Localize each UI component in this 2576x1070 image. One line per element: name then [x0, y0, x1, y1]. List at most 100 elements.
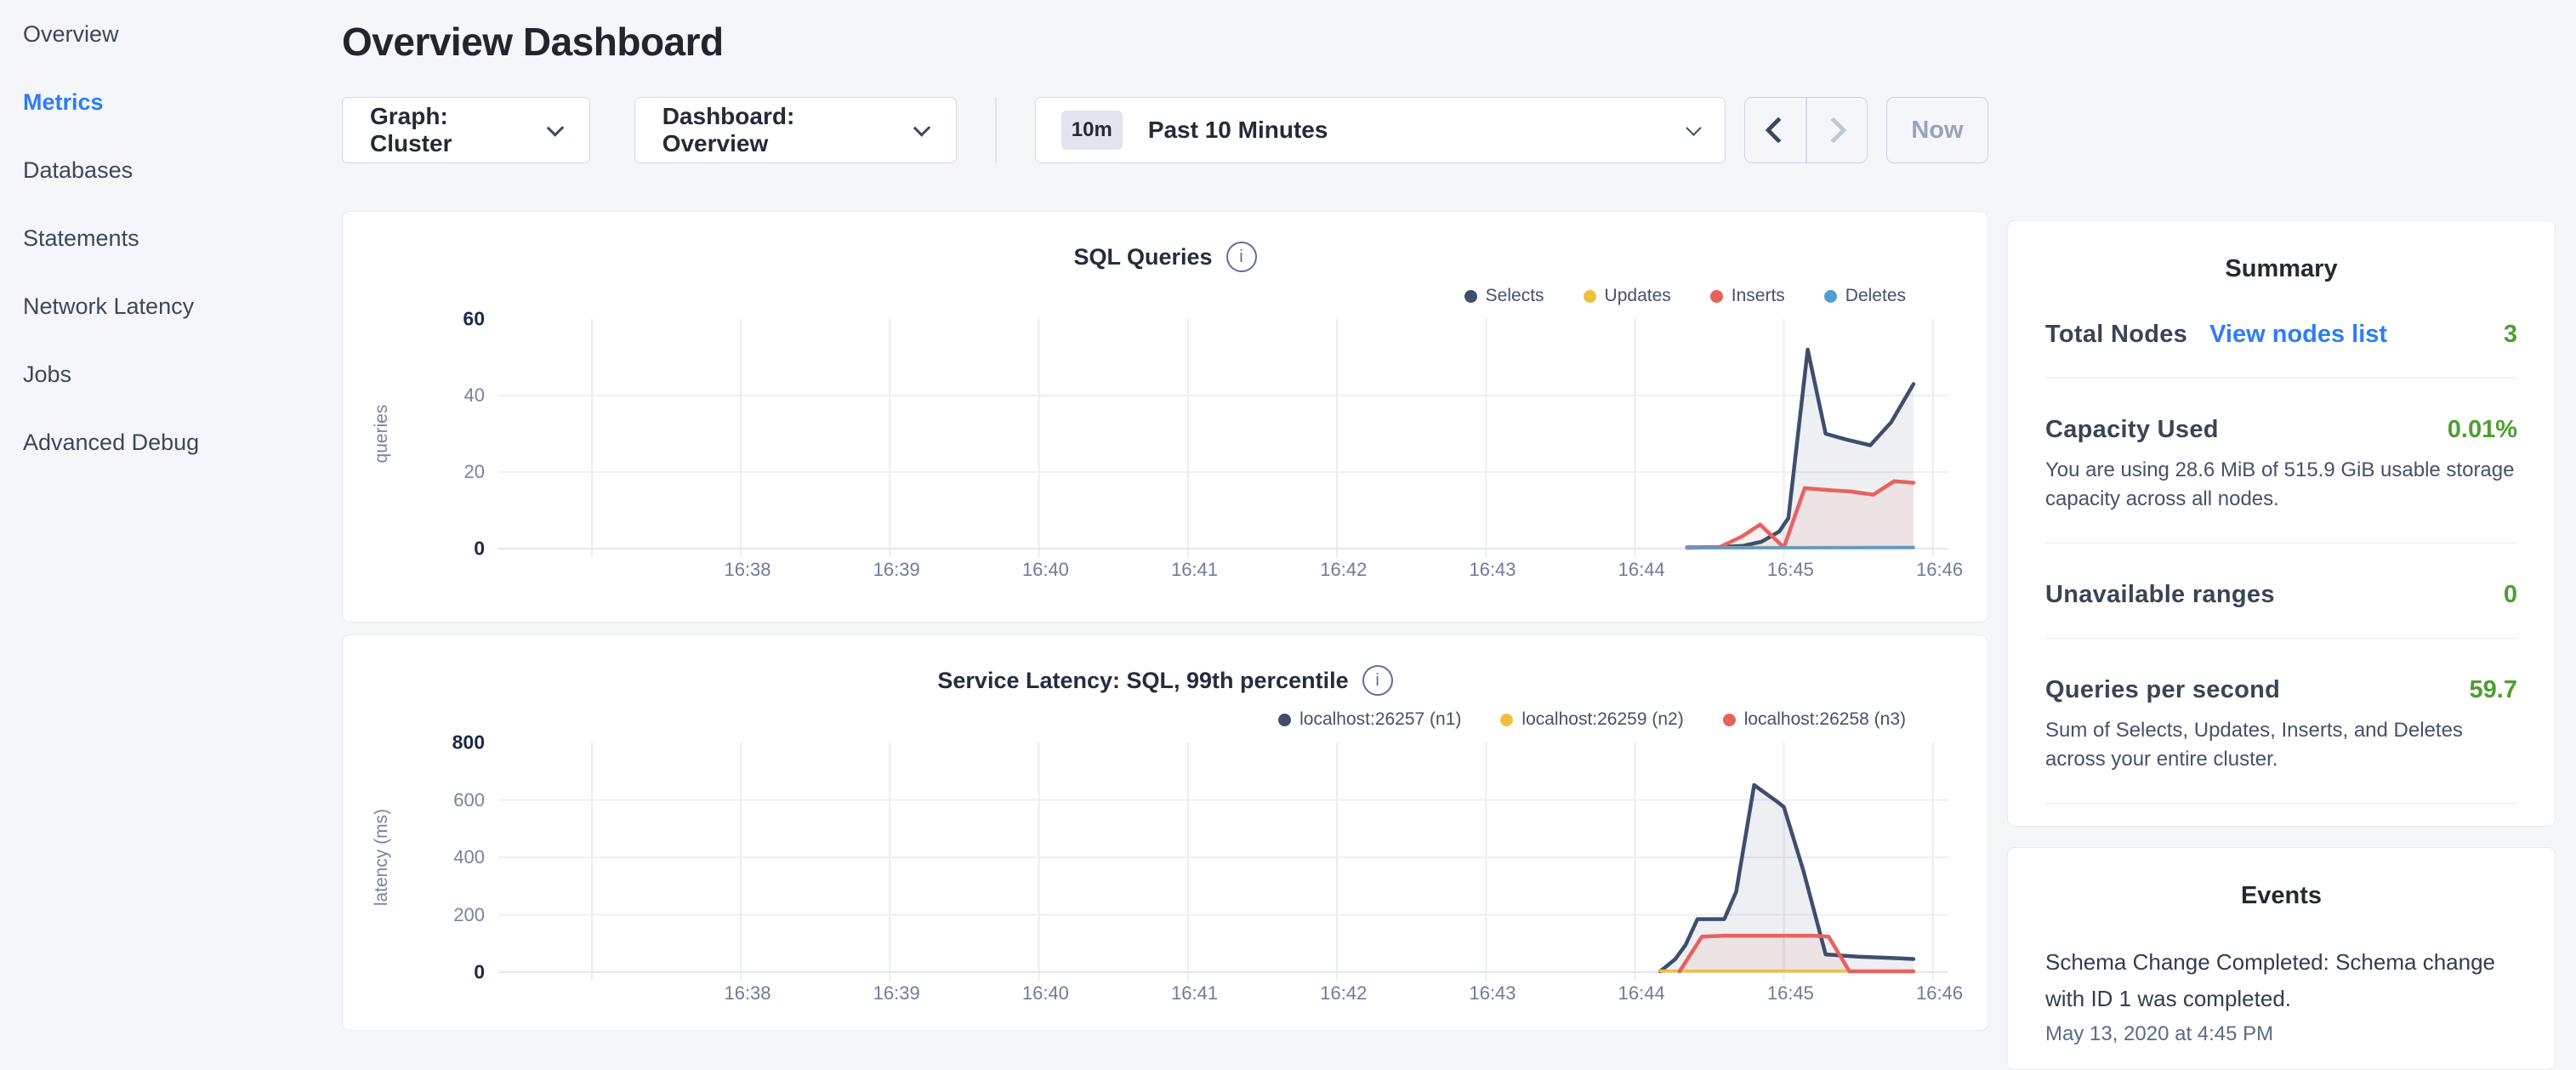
summary-row-queries-per-second: Queries per second59.7 [2045, 676, 2517, 704]
sidebar-item-network-latency[interactable]: Network Latency [23, 294, 342, 318]
sidebar-item-advanced-debug[interactable]: Advanced Debug [23, 430, 342, 454]
time-step-back-button[interactable] [1745, 98, 1805, 162]
summary-row-subtext: Sum of Selects, Updates, Inserts, and De… [2045, 716, 2517, 774]
legend-dot-icon [1710, 290, 1723, 303]
right-column: Summary Total Nodes View nodes list 3 Capac… [2007, 220, 2556, 1070]
chevron-down-icon [913, 119, 931, 137]
y-tick-label: 0 [474, 538, 485, 561]
event-message[interactable]: Schema Change Completed: Schema change w… [2045, 944, 2517, 1017]
sidebar-item-metrics[interactable]: Metrics [23, 90, 342, 114]
chevron-down-icon [547, 119, 565, 137]
summary-panel: Summary Total Nodes View nodes list 3 Capac… [2007, 220, 2556, 827]
plot-area [498, 319, 1948, 549]
sidebar-item-overview[interactable]: Overview [23, 22, 342, 46]
legend-item-localhost-26257-n1[interactable]: localhost:26257 (n1) [1278, 709, 1461, 730]
summary-row-label: Total Nodes [2045, 321, 2187, 349]
sidebar-item-statements[interactable]: Statements [23, 226, 342, 250]
legend-dot-icon [1584, 290, 1596, 303]
legend-dot-icon [1500, 714, 1513, 726]
legend-item-localhost-26258-n3[interactable]: localhost:26258 (n3) [1723, 709, 1906, 730]
chart-canvas [498, 743, 1948, 981]
chart-title: SQL Queries [1073, 244, 1212, 270]
sidebar: Overview Metrics Databases Statements Networ… [0, 0, 342, 1051]
chevron-down-icon [1686, 120, 1701, 135]
x-tick-label: 16:46 [1916, 559, 1963, 581]
legend-item-inserts[interactable]: Inserts [1710, 286, 1785, 306]
dashboard-label: Dashboard: Overview [662, 103, 895, 157]
content-row: Graph: Cluster Dashboard: Overview 10m P… [342, 97, 2576, 1070]
now-button[interactable]: Now [1886, 97, 1988, 163]
summary-row-label: Unavailable ranges [2045, 581, 2275, 609]
y-tick-label: 200 [453, 904, 485, 926]
x-tick-label: 16:45 [1767, 982, 1814, 1005]
legend-label: Updates [1605, 286, 1671, 306]
legend-label: Inserts [1732, 286, 1785, 306]
summary-rows: Total Nodes View nodes list 3 Capacity Used… [2045, 321, 2517, 827]
legend-label: Selects [1486, 286, 1544, 306]
y-axis-label: latency (ms) [372, 809, 392, 906]
info-icon[interactable] [1226, 242, 1257, 272]
toolbar: Graph: Cluster Dashboard: Overview 10m P… [342, 97, 1988, 163]
chart-canvas [498, 319, 1948, 557]
y-axis: queries 0204060 [343, 319, 498, 549]
x-tick-label: 16:38 [724, 559, 771, 581]
x-tick-label: 16:44 [1618, 982, 1665, 1005]
plot-area [498, 743, 1948, 972]
page-title: Overview Dashboard [342, 19, 2576, 65]
y-tick-label: 40 [464, 384, 485, 407]
time-window-badge: 10m [1061, 111, 1123, 150]
x-tick-label: 16:39 [873, 559, 920, 581]
summary-row-capacity-used: Capacity Used 0.01% [2045, 416, 2517, 444]
summary-row-label: Capacity Used [2045, 416, 2219, 444]
time-step-forward-button[interactable] [1805, 98, 1867, 162]
x-tick-label: 16:41 [1171, 982, 1218, 1005]
chevron-right-icon [1820, 117, 1846, 143]
legend-item-updates[interactable]: Updates [1584, 286, 1671, 306]
summary-row-value: 0.01% [2448, 416, 2517, 444]
chart-legend: localhost:26257 (n1) localhost:26259 (n2)… [343, 709, 1906, 731]
graph-scope-label: Graph: Cluster [370, 103, 527, 157]
y-axis-label: queries [372, 405, 392, 464]
legend-dot-icon [1824, 290, 1837, 303]
app-root: Overview Metrics Databases Statements Networ… [0, 0, 2576, 1051]
divider [2045, 638, 2517, 639]
x-tick-label: 16:41 [1171, 559, 1218, 581]
charts-column: Graph: Cluster Dashboard: Overview 10m P… [342, 97, 1988, 1031]
legend-label: localhost:26258 (n3) [1744, 709, 1906, 730]
x-tick-label: 16:45 [1767, 559, 1814, 581]
legend-item-selects[interactable]: Selects [1464, 286, 1544, 306]
divider [2045, 543, 2517, 544]
legend-item-localhost-26259-n2[interactable]: localhost:26259 (n2) [1500, 709, 1683, 730]
legend-item-deletes[interactable]: Deletes [1824, 286, 1906, 306]
sidebar-item-jobs[interactable]: Jobs [23, 362, 342, 386]
divider [2045, 803, 2517, 804]
y-tick-label: 60 [463, 308, 485, 331]
service-latency-chart-card: Service Latency: SQL, 99th percentile lo… [342, 635, 1988, 1031]
sidebar-item-databases[interactable]: Databases [23, 158, 342, 182]
main-content: Overview Dashboard Graph: Cluster Dashbo… [342, 0, 2576, 1051]
events-list: Schema Change Completed: Schema change w… [2045, 944, 2517, 1046]
x-tick-label: 16:43 [1469, 559, 1515, 581]
summary-row-value: 3 [2504, 321, 2517, 349]
time-range-selector[interactable]: 10m Past 10 Minutes [1035, 97, 1726, 163]
sql-queries-chart-card: SQL Queries Selects Updates Inserts Deletes… [342, 211, 1988, 623]
time-window-label: Past 10 Minutes [1148, 117, 1663, 144]
dashboard-dropdown[interactable]: Dashboard: Overview [634, 97, 957, 163]
x-tick-label: 16:44 [1618, 559, 1665, 581]
toolbar-divider [995, 97, 997, 163]
legend-label: localhost:26259 (n2) [1521, 709, 1683, 730]
info-icon[interactable] [1362, 665, 1393, 696]
summary-title: Summary [2045, 255, 2517, 283]
summary-row-label: Queries per second [2045, 676, 2280, 704]
y-tick-label: 20 [464, 461, 485, 483]
event-timestamp: May 13, 2020 at 4:45 PM [2045, 1022, 2517, 1046]
x-tick-label: 16:43 [1469, 982, 1515, 1005]
time-step-buttons [1744, 97, 1868, 163]
view-nodes-list-link[interactable]: View nodes list [2209, 321, 2387, 349]
x-tick-label: 16:39 [873, 982, 920, 1005]
y-axis: latency (ms) 0200400600800 [343, 743, 498, 972]
x-tick-label: 16:40 [1022, 982, 1069, 1005]
y-tick-label: 600 [453, 789, 485, 811]
graph-scope-dropdown[interactable]: Graph: Cluster [342, 97, 590, 163]
x-tick-label: 16:38 [724, 982, 771, 1005]
